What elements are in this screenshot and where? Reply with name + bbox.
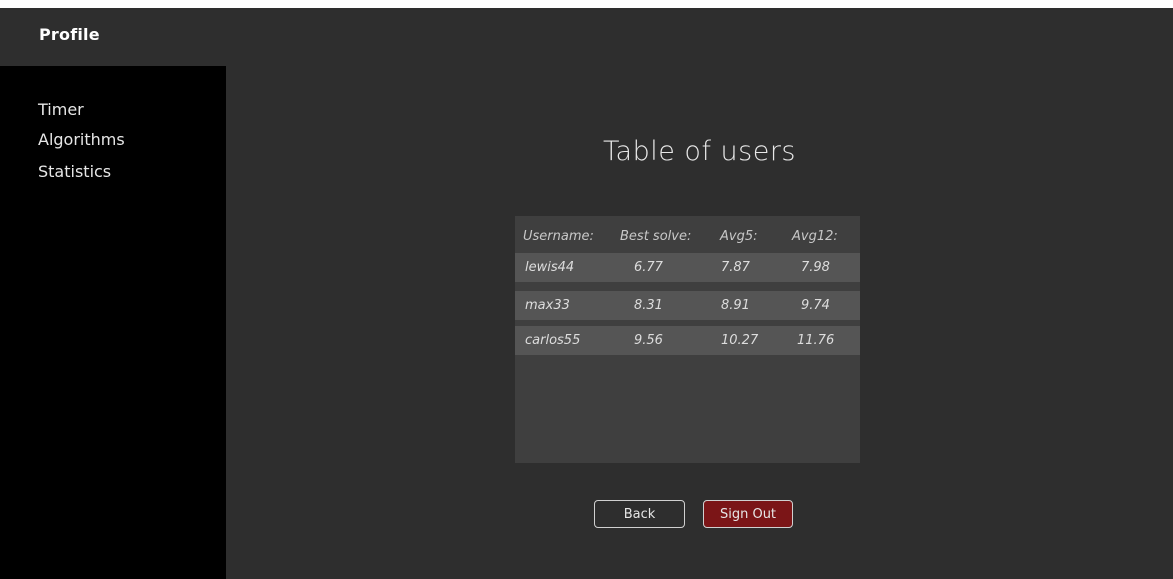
sidebar-item-algorithms[interactable]: Algorithms (38, 130, 125, 149)
column-header-avg5: Avg5: (720, 229, 758, 244)
avg12-cell: 7.98 (801, 260, 830, 275)
users-table: Username: Best solve: Avg5: Avg12: lewis… (515, 216, 860, 463)
table-row[interactable]: carlos55 9.56 10.27 11.76 (515, 326, 860, 355)
app-window: Profile Timer Algorithms Statistics Tabl… (0, 8, 1173, 579)
username-cell: carlos55 (525, 333, 581, 348)
best-solve-cell: 9.56 (634, 333, 663, 348)
avg5-cell: 10.27 (721, 333, 759, 348)
avg5-cell: 8.91 (721, 298, 750, 313)
sign-out-button[interactable]: Sign Out (703, 500, 793, 528)
table-row[interactable]: lewis44 6.77 7.87 7.98 (515, 253, 860, 282)
sidebar-item-statistics[interactable]: Statistics (38, 162, 111, 181)
best-solve-cell: 8.31 (634, 298, 663, 313)
avg5-cell: 7.87 (721, 260, 750, 275)
username-cell: max33 (525, 298, 570, 313)
best-solve-cell: 6.77 (634, 260, 663, 275)
top-bar: Profile (0, 8, 1173, 66)
table-row[interactable]: max33 8.31 8.91 9.74 (515, 291, 860, 320)
profile-title[interactable]: Profile (39, 25, 100, 44)
back-button[interactable]: Back (594, 500, 685, 528)
page-title: Table of users (603, 136, 796, 167)
main-panel: Table of users Username: Best solve: Avg… (226, 66, 1173, 579)
username-cell: lewis44 (525, 260, 575, 275)
column-header-avg12: Avg12: (792, 229, 838, 244)
table-header-row: Username: Best solve: Avg5: Avg12: (515, 222, 860, 251)
sidebar-item-timer[interactable]: Timer (38, 100, 84, 119)
avg12-cell: 9.74 (801, 298, 830, 313)
column-header-username: Username: (523, 229, 594, 244)
sidebar: Timer Algorithms Statistics (0, 66, 226, 579)
avg12-cell: 11.76 (797, 333, 835, 348)
column-header-best-solve: Best solve: (620, 229, 692, 244)
